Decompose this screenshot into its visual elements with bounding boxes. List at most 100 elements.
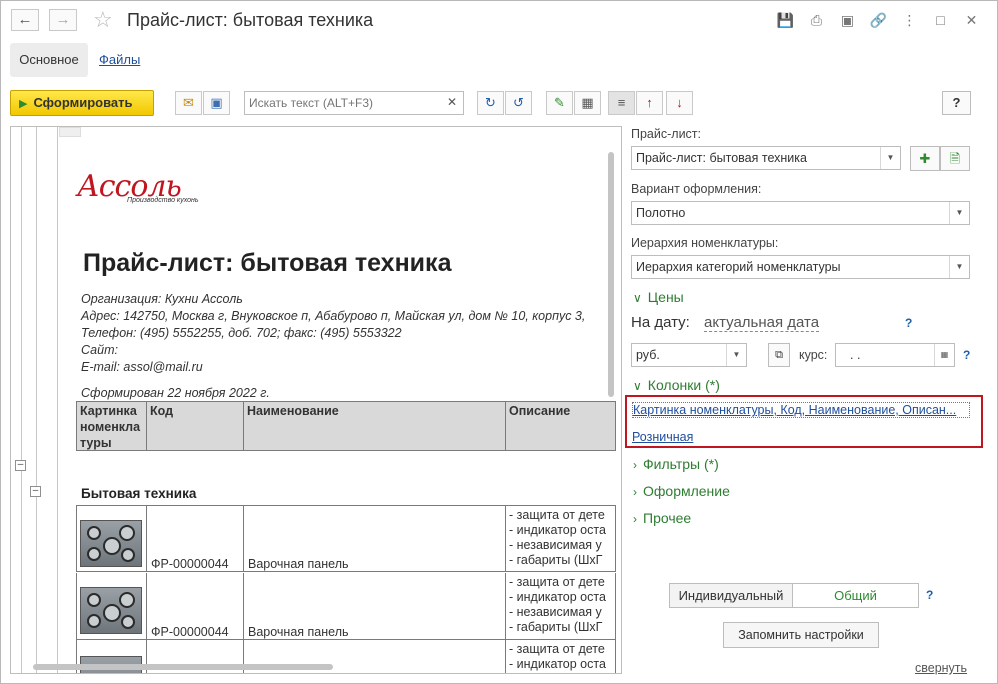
rate-help[interactable]: ? xyxy=(963,348,970,362)
chevron-right-icon: › xyxy=(633,458,637,472)
edit-report-button[interactable]: ✎ xyxy=(546,91,573,115)
collapse-link[interactable]: свернуть xyxy=(915,661,967,675)
org-line: Организация: Кухни Ассоль xyxy=(81,292,243,306)
email-button[interactable]: ✉ xyxy=(175,91,202,115)
arrow-left-icon: ← xyxy=(17,11,33,28)
preview-icon[interactable]: ▣ xyxy=(832,10,863,30)
forward-button[interactable]: → xyxy=(49,9,77,31)
sort-asc-button[interactable]: ↑ xyxy=(636,91,663,115)
collapse-group-button[interactable]: – xyxy=(15,460,26,471)
report-window: ← → ☆ Прайс-лист: бытовая техника 💾 ⎙ ▣ … xyxy=(0,0,998,684)
envelope-icon: ✉ xyxy=(183,95,194,110)
header-name: Наименование xyxy=(244,402,506,450)
email-line: E-mail: assol@mail.ru xyxy=(81,360,203,374)
hierarchy-value: Иерархия категорий номенклатуры xyxy=(636,260,841,274)
variant-label: Вариант оформления: xyxy=(631,182,762,196)
date-help[interactable]: ? xyxy=(905,316,912,330)
burner-shape xyxy=(119,592,135,608)
rate-label: курс: xyxy=(799,348,828,362)
pricelist-select[interactable]: Прайс-лист: бытовая техника ▼ xyxy=(631,146,901,170)
burner-shape xyxy=(87,526,101,540)
retail-link[interactable]: Розничная xyxy=(632,430,693,444)
generate-button[interactable]: ▶ Сформировать xyxy=(10,90,154,116)
name-cell: Варочная панель xyxy=(244,506,506,571)
save-file-button[interactable]: ▣ xyxy=(203,91,230,115)
date-link[interactable]: актуальная дата xyxy=(704,314,820,332)
window-title: Прайс-лист: бытовая техника xyxy=(127,10,374,30)
copy-pricelist-button[interactable]: 🗎 xyxy=(940,146,970,171)
group-button[interactable]: ≡ xyxy=(608,91,635,115)
close-icon[interactable]: ✕ xyxy=(956,10,987,30)
gutter-line xyxy=(57,127,58,673)
chevron-down-icon[interactable]: ▼ xyxy=(949,202,969,224)
phone-line: Телефон: (495) 5552255, доб. 702; факс: … xyxy=(81,326,402,340)
add-pricelist-button[interactable]: ✚ xyxy=(910,146,940,171)
rate-input[interactable]: . . ▦ xyxy=(835,343,955,367)
variant-value: Полотно xyxy=(636,206,686,220)
find-prev-button[interactable]: ↺ xyxy=(505,91,532,115)
table-button[interactable]: ▦ xyxy=(574,91,601,115)
table-row[interactable]: ФР-00000044 Варочная панель - защита от … xyxy=(76,573,616,640)
tab-files[interactable]: Файлы xyxy=(99,52,140,67)
logo-subtitle: Производство кухонь xyxy=(127,197,199,204)
calendar-icon[interactable]: ▦ xyxy=(934,344,954,366)
find-next-button[interactable]: ↻ xyxy=(477,91,504,115)
print-icon[interactable]: ⎙ xyxy=(801,10,832,30)
save-settings-button[interactable]: Запомнить настройки xyxy=(723,622,879,648)
columns-link[interactable]: Картинка номенклатуры, Код, Наименование… xyxy=(632,402,970,418)
name-cell: Варочная панель xyxy=(244,573,506,639)
horizontal-scrollbar[interactable] xyxy=(33,663,593,671)
burner-shape xyxy=(87,593,101,607)
scroll-thumb[interactable] xyxy=(608,152,614,397)
description-cell: - защита от дете - индикатор оста - неза… xyxy=(509,575,606,634)
edit-table-icon: ✎ xyxy=(554,95,565,110)
description-cell: - защита от дете - индикатор оста - неза… xyxy=(509,508,606,567)
search-box[interactable]: ✕ xyxy=(244,91,464,115)
link-icon[interactable]: 🔗 xyxy=(863,10,894,30)
sort-asc-icon: ↑ xyxy=(646,95,653,110)
search-prev-icon: ↺ xyxy=(513,95,524,110)
open-currency-button[interactable]: ⧉ xyxy=(768,343,790,367)
chevron-down-icon[interactable]: ▼ xyxy=(949,256,969,278)
chevron-down-icon[interactable]: ▼ xyxy=(880,147,900,169)
burner-shape xyxy=(121,548,135,562)
burner-shape xyxy=(103,537,121,555)
common-toggle[interactable]: Общий xyxy=(792,583,919,608)
chevron-right-icon: › xyxy=(633,512,637,526)
filters-group[interactable]: › Фильтры (*) xyxy=(633,456,719,472)
maximize-icon[interactable]: □ xyxy=(925,10,956,30)
help-button[interactable]: ? xyxy=(942,91,971,115)
currency-select[interactable]: руб. ▼ xyxy=(631,343,747,367)
variant-select[interactable]: Полотно ▼ xyxy=(631,201,970,225)
individual-toggle[interactable]: Индивидуальный xyxy=(669,583,793,608)
collapse-subgroup-button[interactable]: – xyxy=(30,486,41,497)
hob-image xyxy=(80,587,142,634)
sort-desc-icon: ↓ xyxy=(676,95,683,110)
copy-doc-icon: 🗎 xyxy=(949,151,961,166)
vertical-scrollbar[interactable] xyxy=(607,147,615,657)
scroll-thumb[interactable] xyxy=(33,664,333,670)
design-group[interactable]: › Оформление xyxy=(633,483,730,499)
save-icon[interactable]: 💾 xyxy=(770,10,801,30)
rate-value: . . xyxy=(850,348,861,362)
table-row[interactable]: ФР-00000044 Варочная панель - защита от … xyxy=(76,505,616,572)
tab-main[interactable]: Основное xyxy=(10,43,88,77)
burner-shape xyxy=(119,525,135,541)
other-group[interactable]: › Прочее xyxy=(633,510,691,526)
picture-cell xyxy=(77,506,147,571)
clear-search-icon[interactable]: ✕ xyxy=(447,95,457,109)
more-icon[interactable]: ⋮ xyxy=(894,10,925,30)
chevron-down-icon[interactable]: ▼ xyxy=(726,344,746,366)
favorite-star-icon[interactable]: ☆ xyxy=(93,7,113,33)
columns-group[interactable]: ∨ Колонки (*) xyxy=(633,377,720,393)
settings-help[interactable]: ? xyxy=(926,588,933,602)
section-title: Бытовая техника xyxy=(81,486,197,501)
search-input[interactable] xyxy=(245,92,435,114)
burner-shape xyxy=(103,604,121,622)
sort-desc-button[interactable]: ↓ xyxy=(666,91,693,115)
prices-group[interactable]: ∨ Цены xyxy=(633,289,684,305)
generated-line: Сформирован 22 ноября 2022 г. xyxy=(81,386,270,400)
back-button[interactable]: ← xyxy=(11,9,39,31)
hierarchy-select[interactable]: Иерархия категорий номенклатуры ▼ xyxy=(631,255,970,279)
header-code: Код xyxy=(147,402,244,450)
